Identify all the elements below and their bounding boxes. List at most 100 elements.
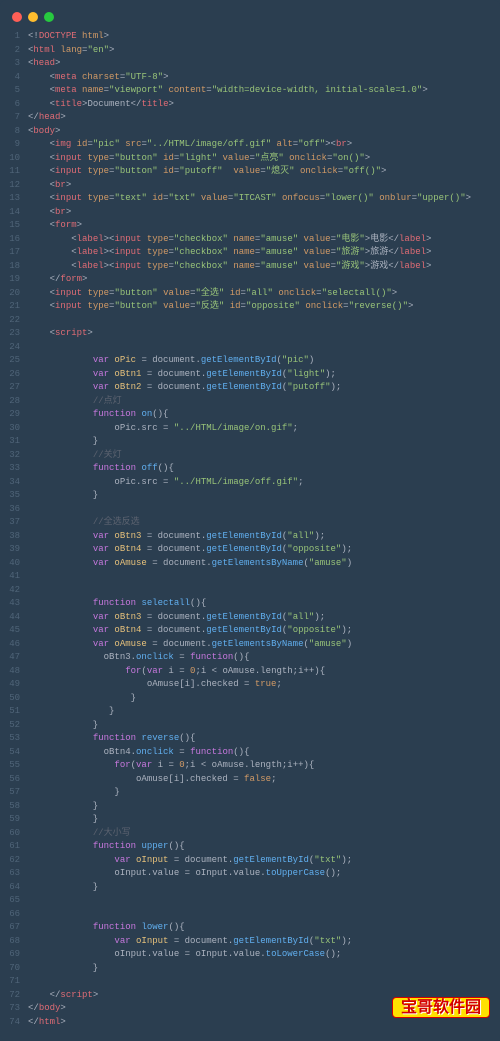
code-line[interactable]: <title>Document</title> [28,98,500,112]
code-line[interactable]: var oAmuse = document.getElementsByName(… [28,557,500,571]
code-line[interactable]: for(var i = 0;i < oAmuse.length;i++){ [28,759,500,773]
code-line[interactable]: </form> [28,273,500,287]
code-line[interactable] [28,975,500,989]
line-number: 28 [0,395,20,409]
line-number: 1 [0,30,20,44]
line-number: 73 [0,1002,20,1016]
code-line[interactable]: oInput.value = oInput.value.toLowerCase(… [28,948,500,962]
line-number: 24 [0,341,20,355]
line-number: 62 [0,854,20,868]
code-line[interactable]: <body> [28,125,500,139]
line-number: 17 [0,246,20,260]
code-line[interactable]: oBtn4.onclick = function(){ [28,746,500,760]
code-line[interactable]: oAmuse[i].checked = true; [28,678,500,692]
code-line[interactable] [28,908,500,922]
code-line[interactable] [28,570,500,584]
line-number: 72 [0,989,20,1003]
close-icon[interactable] [12,12,22,22]
line-number: 6 [0,98,20,112]
code-line[interactable]: } [28,881,500,895]
code-line[interactable]: var oPic = document.getElementById("pic"… [28,354,500,368]
code-editor[interactable]: 1234567891011121314151617181920212223242… [0,30,500,1041]
line-number: 59 [0,813,20,827]
code-line[interactable] [28,584,500,598]
code-line[interactable]: <!DOCTYPE html> [28,30,500,44]
code-line[interactable]: <input type="button" value="全选" id="all"… [28,287,500,301]
code-line[interactable]: <img id="pic" src="../HTML/image/off.gif… [28,138,500,152]
code-line[interactable]: var oBtn1 = document.getElementById("lig… [28,368,500,382]
titlebar [0,8,500,30]
line-number: 37 [0,516,20,530]
code-content[interactable]: <!DOCTYPE html><html lang="en"><head> <m… [28,30,500,1029]
code-line[interactable] [28,503,500,517]
code-line[interactable]: } [28,692,500,706]
code-line[interactable]: function selectall(){ [28,597,500,611]
code-line[interactable]: } [28,786,500,800]
code-line[interactable]: <label><input type="checkbox" name="amus… [28,233,500,247]
code-line[interactable]: oInput.value = oInput.value.toUpperCase(… [28,867,500,881]
code-line[interactable]: <label><input type="checkbox" name="amus… [28,246,500,260]
code-line[interactable]: oAmuse[i].checked = false; [28,773,500,787]
line-number: 38 [0,530,20,544]
code-line[interactable]: oBtn3.onclick = function(){ [28,651,500,665]
line-number: 74 [0,1016,20,1030]
code-line[interactable]: oPic.src = "../HTML/image/on.gif"; [28,422,500,436]
code-line[interactable]: <input type="button" value="反选" id="oppo… [28,300,500,314]
code-line[interactable]: } [28,962,500,976]
code-line[interactable]: function upper(){ [28,840,500,854]
code-line[interactable]: <br> [28,206,500,220]
line-number: 5 [0,84,20,98]
code-line[interactable]: function off(){ [28,462,500,476]
line-number: 57 [0,786,20,800]
code-line[interactable] [28,314,500,328]
line-number: 47 [0,651,20,665]
code-line[interactable]: <meta name="viewport" content="width=dev… [28,84,500,98]
code-line[interactable]: var oBtn4 = document.getElementById("opp… [28,543,500,557]
line-number: 65 [0,894,20,908]
code-line[interactable]: <html lang="en"> [28,44,500,58]
code-line[interactable]: var oBtn3 = document.getElementById("all… [28,530,500,544]
code-line[interactable]: var oBtn2 = document.getElementById("put… [28,381,500,395]
code-line[interactable]: } [28,705,500,719]
code-line[interactable]: //全选反选 [28,516,500,530]
code-line[interactable]: <label><input type="checkbox" name="amus… [28,260,500,274]
code-line[interactable]: <input type="button" id="light" value="点… [28,152,500,166]
code-line[interactable]: var oAmuse = document.getElementsByName(… [28,638,500,652]
code-line[interactable]: } [28,435,500,449]
code-line[interactable]: //大小写 [28,827,500,841]
code-line[interactable]: } [28,489,500,503]
code-line[interactable]: <input type="button" id="putoff" value="… [28,165,500,179]
line-number: 3 [0,57,20,71]
code-line[interactable] [28,894,500,908]
code-line[interactable]: } [28,813,500,827]
line-number: 9 [0,138,20,152]
minimize-icon[interactable] [28,12,38,22]
code-line[interactable]: var oBtn3 = document.getElementById("all… [28,611,500,625]
zoom-icon[interactable] [44,12,54,22]
code-line[interactable]: <br> [28,179,500,193]
code-line[interactable]: </head> [28,111,500,125]
code-line[interactable]: oPic.src = "../HTML/image/off.gif"; [28,476,500,490]
line-number: 11 [0,165,20,179]
code-line[interactable]: for(var i = 0;i < oAmuse.length;i++){ [28,665,500,679]
code-line[interactable]: <form> [28,219,500,233]
code-line[interactable]: function reverse(){ [28,732,500,746]
code-line[interactable]: function on(){ [28,408,500,422]
line-number: 27 [0,381,20,395]
code-line[interactable]: //关灯 [28,449,500,463]
code-line[interactable]: function lower(){ [28,921,500,935]
code-line[interactable]: var oInput = document.getElementById("tx… [28,854,500,868]
code-line[interactable]: <input type="text" id="txt" value="ITCAS… [28,192,500,206]
code-line[interactable]: var oInput = document.getElementById("tx… [28,935,500,949]
line-number: 35 [0,489,20,503]
code-line[interactable]: <script> [28,327,500,341]
code-line[interactable]: } [28,719,500,733]
code-line[interactable]: <meta charset="UTF-8"> [28,71,500,85]
code-line[interactable] [28,341,500,355]
code-line[interactable]: //点灯 [28,395,500,409]
line-number: 31 [0,435,20,449]
code-line[interactable]: } [28,800,500,814]
line-number: 67 [0,921,20,935]
code-line[interactable]: var oBtn4 = document.getElementById("opp… [28,624,500,638]
code-line[interactable]: <head> [28,57,500,71]
